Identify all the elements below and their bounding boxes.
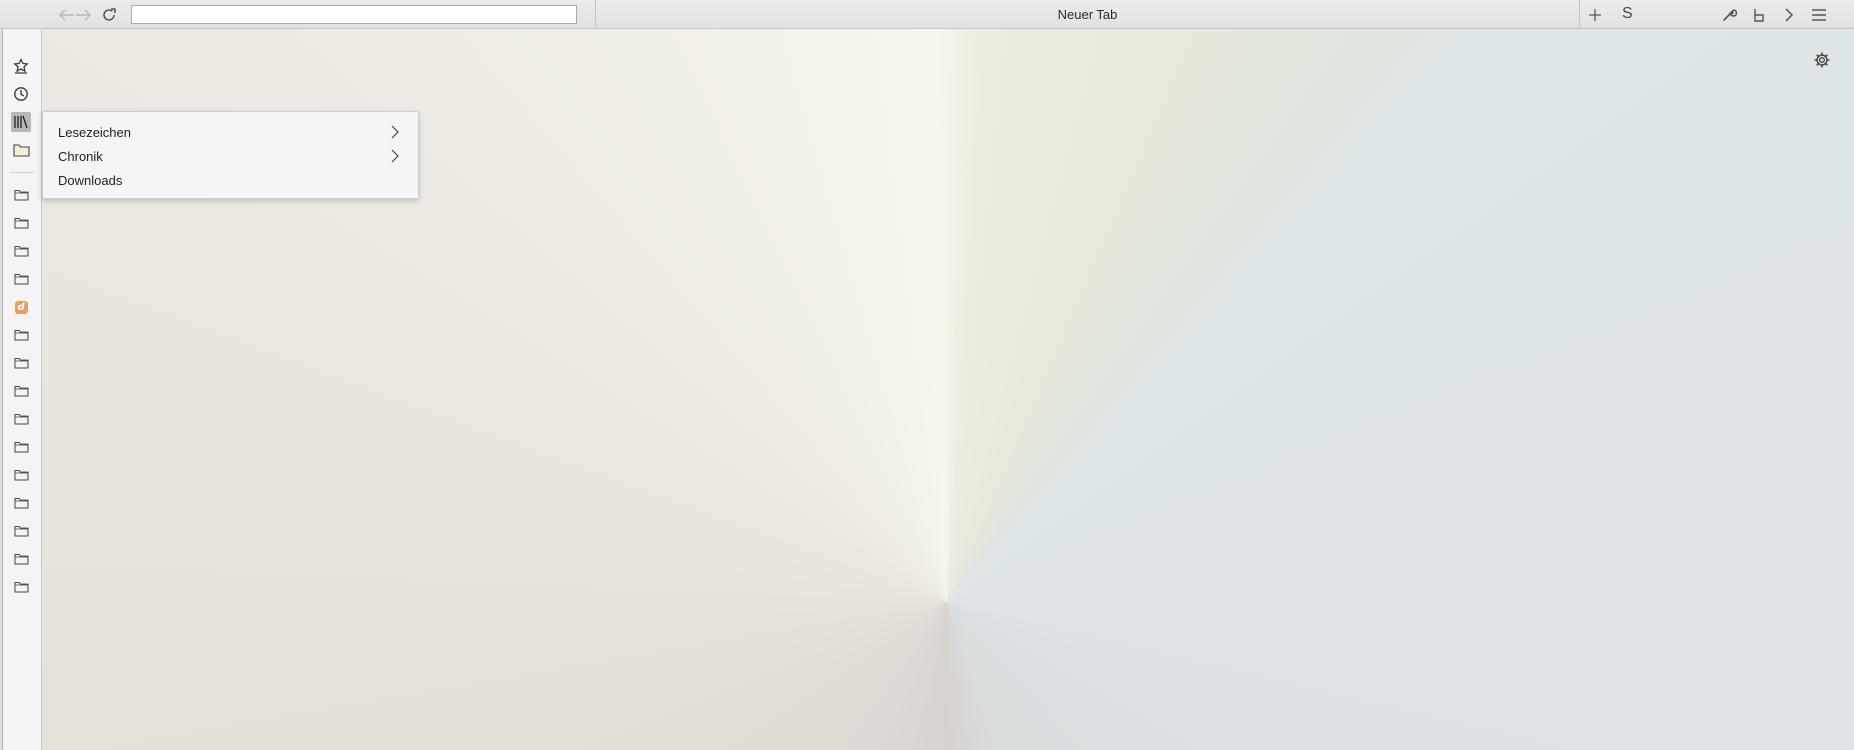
folder-icon [14, 218, 28, 229]
folder-icon [14, 246, 28, 257]
sidebar-item-folder[interactable] [11, 549, 31, 569]
folder-icon [14, 274, 28, 285]
folder-icon [14, 470, 28, 481]
menu-item-label: Downloads [58, 172, 123, 188]
folder-icon [14, 526, 28, 537]
folder-icon [14, 190, 28, 201]
chevron-right-icon [1785, 8, 1794, 22]
sidebar-item-folder[interactable] [11, 269, 31, 289]
folder-icon [12, 144, 30, 157]
main-menu-button[interactable] [1808, 4, 1830, 26]
sidebar-folder-button[interactable] [11, 140, 31, 160]
bookmark-flag-button[interactable] [1748, 4, 1770, 26]
bookmarks-star-icon [13, 58, 29, 74]
overflow-button[interactable] [1778, 4, 1800, 26]
library-icon [14, 115, 28, 129]
arrow-right-icon [76, 9, 91, 21]
sidebar-item-folder[interactable] [11, 241, 31, 261]
folder-icon [14, 386, 28, 397]
hamburger-menu-icon [1812, 9, 1826, 21]
sidebar-bookmarks-button[interactable] [11, 56, 31, 76]
new-tab-settings-button[interactable] [1813, 51, 1831, 69]
chevron-right-icon [391, 125, 399, 139]
search-engine-button[interactable]: S [1622, 5, 1633, 23]
reload-icon [103, 8, 116, 21]
folder-icon [14, 358, 28, 369]
folder-icon [14, 330, 28, 341]
sidebar-item-folder[interactable] [11, 577, 31, 597]
menu-item-history[interactable]: Chronik [43, 144, 418, 168]
sidebar-item-folder[interactable] [11, 493, 31, 513]
folder-icon [14, 442, 28, 453]
browser-window: Neuer Tab S d Lesezeichen Chronik Downlo… [0, 0, 1854, 750]
tab-new-tab[interactable]: Neuer Tab [595, 0, 1580, 29]
web-panel-badge-icon: d [14, 300, 28, 314]
sidebar-item-folder[interactable] [11, 185, 31, 205]
menu-item-label: Chronik [58, 148, 103, 164]
window-edge [0, 29, 3, 750]
folder-icon [14, 414, 28, 425]
sidebar-item-folder[interactable] [11, 409, 31, 429]
sidebar-item-folder[interactable] [11, 521, 31, 541]
folder-icon [14, 554, 28, 565]
forward-button[interactable] [72, 4, 94, 26]
tab-title: Neuer Tab [1057, 7, 1118, 22]
menu-item-bookmarks[interactable]: Lesezeichen [43, 120, 418, 144]
url-input[interactable] [131, 5, 577, 24]
history-clock-icon [14, 87, 28, 101]
search-engine-label: S [1622, 5, 1633, 22]
sidebar-item-folder[interactable] [11, 465, 31, 485]
reload-button[interactable] [98, 4, 120, 26]
chevron-right-icon [391, 149, 399, 163]
library-menu: Lesezeichen Chronik Downloads [42, 111, 419, 199]
wrench-icon [1723, 9, 1737, 21]
new-tab-button[interactable] [1584, 4, 1606, 26]
sidebar-library-button[interactable] [11, 112, 31, 132]
menu-item-label: Lesezeichen [58, 124, 131, 140]
menu-item-downloads[interactable]: Downloads [43, 168, 418, 192]
folder-icon [14, 498, 28, 509]
sidebar-item-folder[interactable] [11, 353, 31, 373]
tools-button[interactable] [1718, 4, 1740, 26]
folder-icon [14, 582, 28, 593]
sidebar-item-web-panel[interactable]: d [11, 297, 31, 317]
sidebar-item-folder[interactable] [11, 325, 31, 345]
sidebar-item-folder[interactable] [11, 213, 31, 233]
browser-toolbar: Neuer Tab S [0, 0, 1854, 29]
gear-icon [1814, 52, 1830, 68]
plus-icon [1589, 9, 1601, 21]
sidebar-item-folder[interactable] [11, 437, 31, 457]
sidebar-separator [10, 172, 34, 173]
sidebar-history-button[interactable] [11, 84, 31, 104]
sidebar-item-folder[interactable] [11, 381, 31, 401]
bookmark-flag-icon [1754, 9, 1764, 22]
